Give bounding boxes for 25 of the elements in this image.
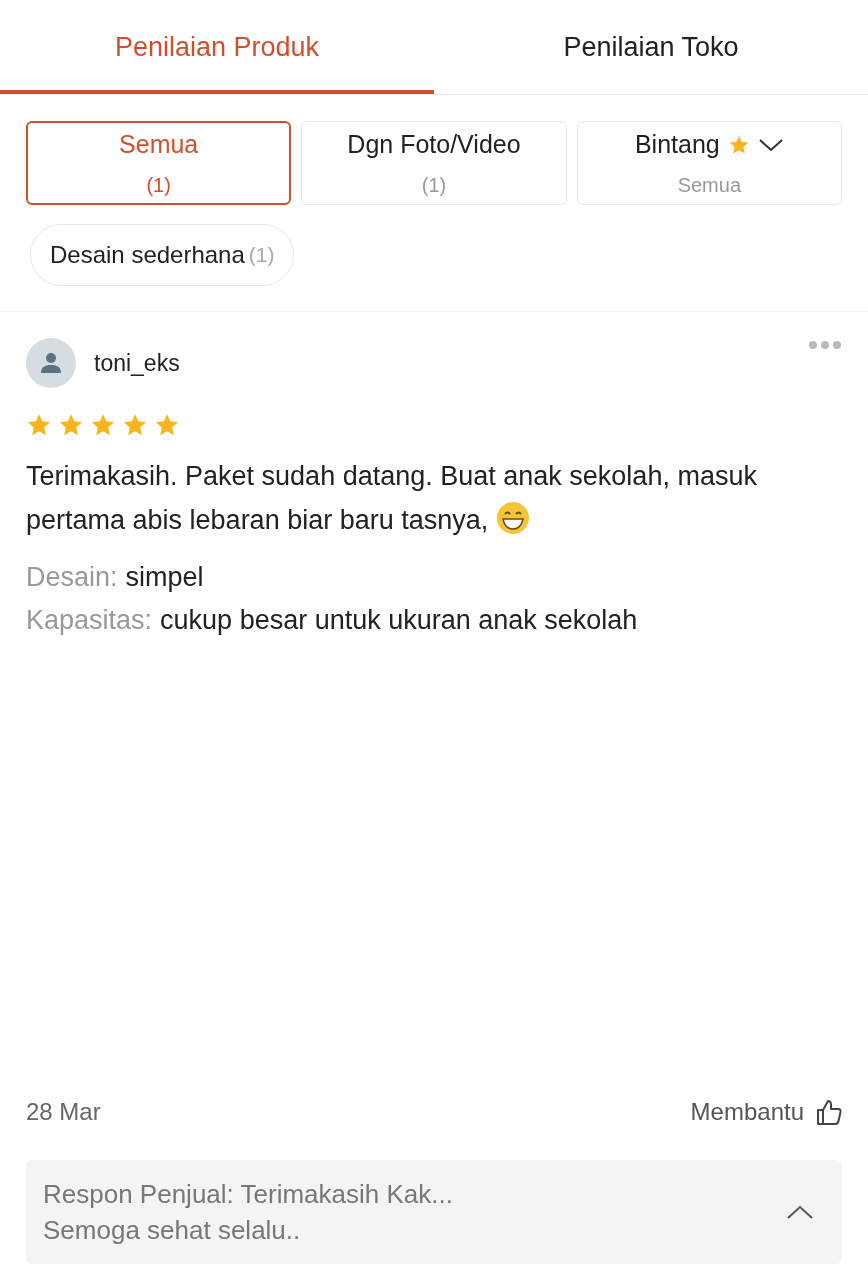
username: toni_eks (94, 348, 180, 378)
tab[interactable]: Penilaian Produk (0, 0, 434, 94)
detail-value: cukup besar untuk ukuran anak sekolah (160, 604, 638, 637)
seller-response-text: Semoga sehat selalu.. (43, 1214, 302, 1247)
star-icon (58, 412, 84, 438)
helpful-button[interactable]: Membantu (690, 1094, 842, 1130)
star-icon (26, 412, 52, 438)
chevron-down-icon (757, 137, 784, 153)
star-icon (122, 412, 148, 438)
star-icon (90, 412, 116, 438)
chevron-up-icon[interactable] (786, 1204, 814, 1220)
detail-label: Desain: (26, 561, 118, 594)
tab[interactable]: Penilaian Toko (434, 0, 868, 94)
avatar (26, 338, 76, 388)
thumbs-up-icon (816, 1098, 842, 1126)
seller-response-text: Respon Penjual: Terimakasih Kak... (43, 1178, 453, 1211)
detail-value: simpel (125, 561, 204, 594)
filter-button[interactable]: Bintang Semua (576, 121, 842, 205)
review-text: Terimakasih. Paket sudah datang. Buat anak sekolah, masuk pertama abis lebaran biar baru tasnya, (26, 460, 758, 537)
detail-label: Kapasitas: (26, 604, 153, 637)
grinning-face-icon (495, 501, 530, 535)
star-icon (154, 412, 180, 438)
review-date: 28 Mar (26, 1097, 101, 1127)
filter-button[interactable]: Dgn Foto/Video (1) (301, 121, 567, 205)
filter-button[interactable]: Semua (1) (26, 121, 292, 205)
